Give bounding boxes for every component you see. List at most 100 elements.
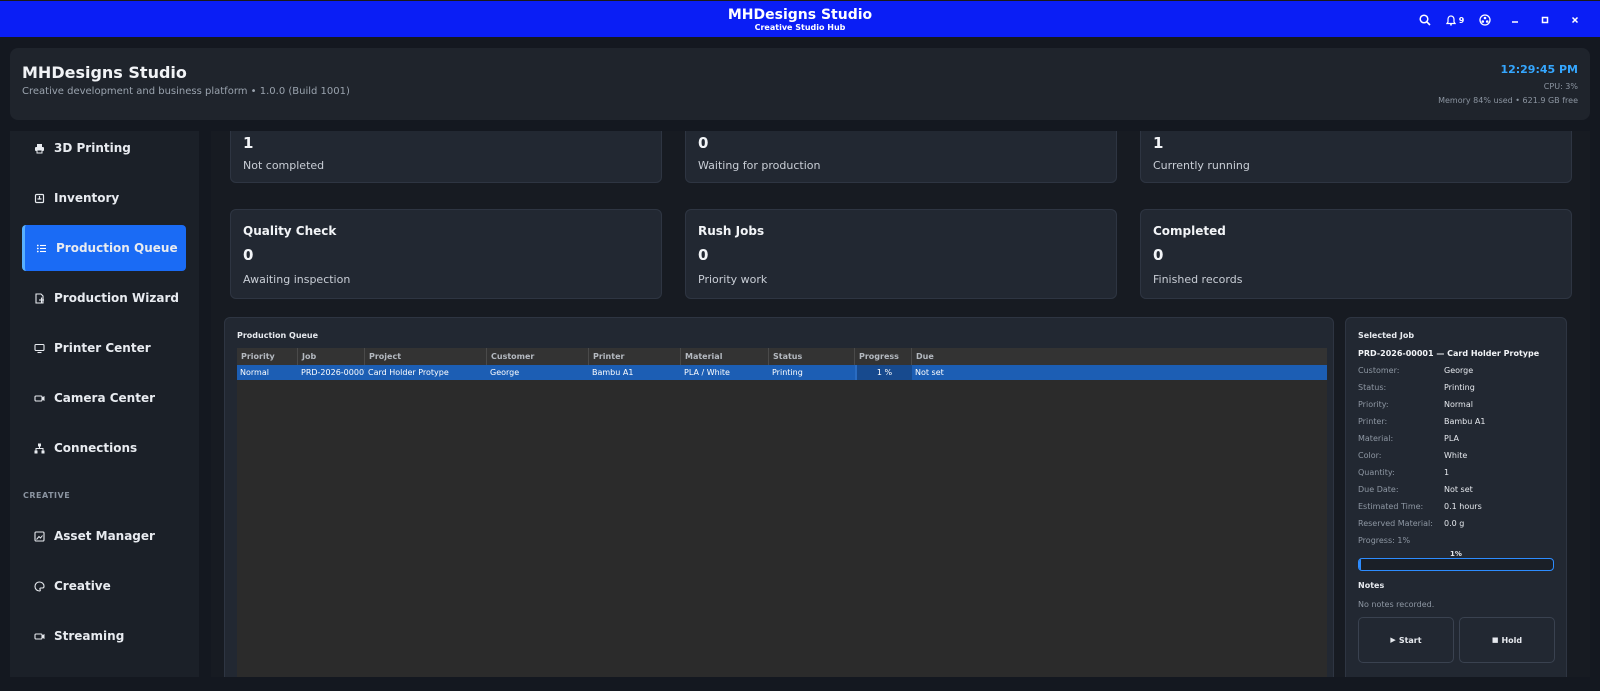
- stat-value: 0: [698, 246, 709, 264]
- table-header: Priority Job Project Customer Printer Ma…: [237, 348, 1327, 365]
- image-icon: [33, 530, 45, 542]
- main-content: 1 Not completed 0 Waiting for production…: [211, 131, 1590, 677]
- detail-value: George: [1444, 366, 1474, 375]
- column-header-due[interactable]: Due: [912, 348, 1327, 365]
- stat-value: 0: [243, 246, 254, 264]
- sidebar-item-inventory[interactable]: Inventory: [22, 175, 186, 221]
- close-icon: [1571, 16, 1579, 24]
- cell-material: PLA / White: [684, 368, 730, 377]
- detail-key: Material:: [1358, 434, 1394, 443]
- sidebar-item-printer-center[interactable]: Printer Center: [22, 325, 186, 371]
- sidebar-item-camera-center[interactable]: Camera Center: [22, 375, 186, 421]
- start-button-label: Start: [1398, 635, 1422, 645]
- start-button[interactable]: ▶ Start: [1358, 617, 1454, 663]
- stat-card-printing: 1 Currently running: [1140, 131, 1572, 183]
- cpu-usage: CPU: 3%: [1543, 82, 1578, 91]
- sidebar-item-label: Production Queue: [56, 241, 178, 255]
- column-header-priority[interactable]: Priority: [237, 348, 298, 365]
- selected-job-heading: Selected Job: [1358, 331, 1415, 340]
- stat-title: Quality Check: [243, 224, 337, 238]
- sidebar-item-label: 3D Printing: [54, 141, 131, 155]
- stat-title: Rush Jobs: [698, 224, 765, 238]
- queue-title: Production Queue: [237, 331, 319, 340]
- monitor-icon: [33, 342, 45, 354]
- bell-icon: [1445, 14, 1456, 26]
- detail-value: 0.1 hours: [1444, 502, 1482, 511]
- clock: 12:29:45 PM: [1500, 63, 1578, 76]
- minimize-button[interactable]: [1500, 10, 1530, 30]
- sidebar-item-label: Streaming: [54, 629, 125, 643]
- sidebar-item-streaming[interactable]: Streaming: [22, 613, 186, 659]
- stat-value: 1: [1153, 134, 1164, 152]
- sidebar-item-label: Printer Center: [54, 341, 151, 355]
- progress-bar: [1358, 558, 1554, 571]
- notification-count: 9: [1458, 15, 1465, 25]
- sidebar-item-3d-printing[interactable]: 3D Printing: [22, 131, 186, 171]
- column-header-job[interactable]: Job: [298, 348, 365, 365]
- sidebar-item-label: Connections: [54, 441, 138, 455]
- progress-bar-fill: [1359, 559, 1361, 570]
- sidebar-item-label: Inventory: [54, 191, 120, 205]
- hold-button[interactable]: ■ Hold: [1459, 617, 1555, 663]
- stat-description: Priority work: [698, 273, 768, 286]
- stat-description: Finished records: [1153, 273, 1243, 286]
- play-icon: ▶: [1390, 636, 1396, 644]
- stat-description: Currently running: [1153, 159, 1250, 172]
- detail-key: Quantity:: [1358, 468, 1395, 477]
- notifications-button[interactable]: 9: [1440, 10, 1470, 30]
- sidebar-item-production-queue[interactable]: Production Queue: [22, 225, 186, 271]
- search-icon: [1419, 14, 1431, 26]
- search-button[interactable]: [1410, 10, 1440, 30]
- title-bar: MHDesigns Studio Creative Studio Hub 9: [0, 0, 1600, 37]
- camera-icon: [33, 392, 45, 404]
- maximize-button[interactable]: [1530, 10, 1560, 30]
- pause-icon: ■: [1491, 636, 1499, 644]
- progress-label: Progress: 1%: [1358, 536, 1411, 545]
- sidebar-item-connections[interactable]: Connections: [22, 425, 186, 471]
- memory-usage: Memory 84% used • 621.9 GB free: [1438, 96, 1578, 105]
- column-header-printer[interactable]: Printer: [589, 348, 681, 365]
- detail-key: Estimated Time:: [1358, 502, 1424, 511]
- stat-card-queued: 0 Waiting for production: [685, 131, 1117, 183]
- network-icon: [33, 442, 45, 454]
- detail-value: Not set: [1444, 485, 1473, 494]
- maximize-icon: [1541, 16, 1549, 24]
- close-button[interactable]: [1560, 10, 1590, 30]
- table-row[interactable]: Normal PRD-2026-00001 Card Holder Protyp…: [237, 365, 1327, 380]
- column-header-project[interactable]: Project: [365, 348, 487, 365]
- network-status-button[interactable]: [1470, 10, 1500, 30]
- detail-value: Bambu A1: [1444, 417, 1486, 426]
- queue-table[interactable]: Priority Job Project Customer Printer Ma…: [237, 348, 1327, 677]
- app-header: MHDesigns Studio Creative development an…: [10, 48, 1590, 120]
- column-header-status[interactable]: Status: [769, 348, 855, 365]
- stat-value: 0: [698, 134, 709, 152]
- selected-job-title: PRD-2026-00001 — Card Holder Protype: [1358, 349, 1540, 358]
- sidebar-item-label: Production Wizard: [54, 291, 179, 305]
- column-header-customer[interactable]: Customer: [487, 348, 589, 365]
- sidebar-item-label: Asset Manager: [54, 529, 155, 543]
- sidebar-section-creative: CREATIVE: [23, 491, 71, 500]
- title-bar-controls: 9: [1410, 10, 1590, 30]
- broadcast-icon: [33, 630, 45, 642]
- stat-card-quality-check: Quality Check 0 Awaiting inspection: [230, 209, 662, 299]
- cell-status: Printing: [772, 368, 803, 377]
- column-header-progress[interactable]: Progress: [855, 348, 912, 365]
- stat-value: 1: [243, 134, 254, 152]
- detail-value: Normal: [1444, 400, 1473, 409]
- sidebar-item-production-wizard[interactable]: Production Wizard: [22, 275, 186, 321]
- detail-key: Due Date:: [1358, 485, 1399, 494]
- sidebar-item-creative[interactable]: Creative: [22, 563, 186, 609]
- stat-value: 0: [1153, 246, 1164, 264]
- stat-title: Completed: [1153, 224, 1226, 238]
- palette-icon: [33, 580, 45, 592]
- detail-key: Status:: [1358, 383, 1387, 392]
- cell-due: Not set: [915, 368, 944, 377]
- column-header-material[interactable]: Material: [681, 348, 769, 365]
- sidebar-item-asset-manager[interactable]: Asset Manager: [22, 513, 186, 559]
- cell-customer: George: [490, 368, 520, 377]
- production-queue-panel: Production Queue Priority Job Project Cu…: [224, 317, 1334, 677]
- cell-project: Card Holder Protype: [368, 368, 449, 377]
- detail-key: Printer:: [1358, 417, 1388, 426]
- cell-job: PRD-2026-00001: [301, 368, 365, 377]
- cell-progress: 1 %: [855, 365, 912, 380]
